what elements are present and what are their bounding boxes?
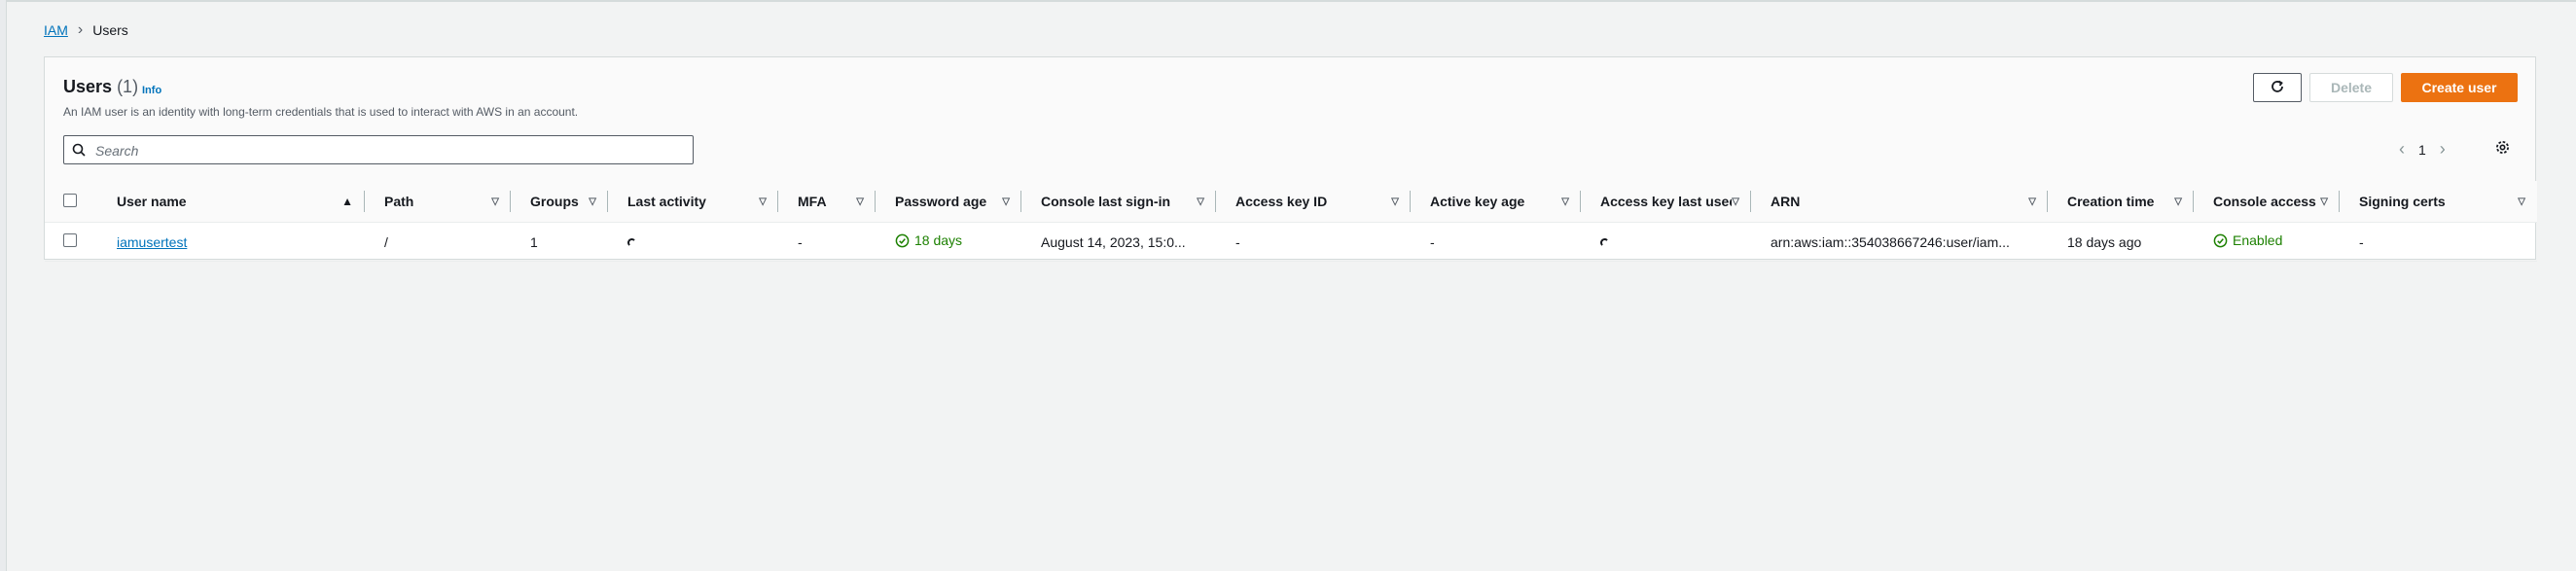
cell-access-key-id: -	[1216, 222, 1411, 262]
create-user-button[interactable]: Create user	[2401, 73, 2518, 102]
sort-icon: ▽	[759, 196, 767, 207]
column-header-path[interactable]: Path ▽	[365, 181, 511, 223]
sort-icon: ▽	[2028, 196, 2036, 207]
console-access-value: Enabled	[2233, 232, 2283, 249]
delete-button[interactable]: Delete	[2309, 73, 2393, 102]
cell-active-key-age: -	[1411, 222, 1581, 262]
user-count: (1)	[117, 77, 139, 96]
column-header-password-age[interactable]: Password age ▽	[876, 181, 1021, 223]
cell-creation-time: 18 days ago	[2048, 222, 2194, 262]
groups-count[interactable]: 1	[530, 233, 538, 250]
column-header-access-key-id[interactable]: Access key ID ▽	[1216, 181, 1411, 223]
settings-gear-icon[interactable]	[2494, 139, 2511, 161]
panel-header: Users (1) Info An IAM user is an identit…	[45, 57, 2535, 187]
sort-icon: ▽	[1561, 196, 1569, 207]
loading-spinner-icon	[627, 237, 636, 247]
column-header-arn[interactable]: ARN ▽	[1751, 181, 2048, 223]
breadcrumb-iam-link[interactable]: IAM	[44, 22, 68, 38]
sort-icon: ▽	[1197, 196, 1204, 207]
cell-arn: arn:aws:iam::354038667246:user/iam...	[1751, 222, 2048, 262]
cell-password-age: 18 days	[876, 222, 1021, 262]
column-header-creation-time[interactable]: Creation time ▽	[2048, 181, 2194, 223]
column-header-console-access[interactable]: Console access ▽	[2194, 181, 2340, 223]
page-title: Users (1)	[63, 77, 138, 97]
select-all-checkbox[interactable]	[63, 193, 77, 207]
panel-description: An IAM user is an identity with long-ter…	[63, 105, 579, 119]
column-header-mfa[interactable]: MFA ▽	[778, 181, 876, 223]
cell-user-name: iamusertest	[97, 222, 365, 262]
sort-ascending-icon: ▲	[341, 195, 353, 208]
sort-icon: ▽	[1002, 196, 1010, 207]
column-header-access-key-last-used[interactable]: Access key last used ▽	[1581, 181, 1751, 223]
cell-groups: 1	[511, 222, 608, 262]
row-checkbox[interactable]	[63, 233, 77, 247]
sort-icon: ▽	[2320, 196, 2328, 207]
chevron-right-icon: ›	[77, 21, 84, 38]
info-link[interactable]: Info	[142, 85, 161, 96]
sort-icon: ▽	[2518, 196, 2525, 207]
row-select-cell	[45, 222, 97, 262]
column-header-last-activity[interactable]: Last activity ▽	[608, 181, 778, 223]
user-name-link[interactable]: iamusertest	[117, 234, 187, 250]
column-header-user-name[interactable]: User name ▲	[97, 181, 365, 223]
search-box	[63, 135, 694, 165]
chevron-right-icon[interactable]: ›	[2440, 139, 2446, 160]
breadcrumb: IAM › Users	[44, 21, 128, 39]
column-header-signing-certs[interactable]: Signing certs ▽	[2340, 181, 2537, 223]
loading-spinner-icon	[1600, 237, 1609, 247]
password-age-value: 18 days	[914, 232, 963, 249]
page-number[interactable]: 1	[2418, 142, 2426, 158]
cell-signing-certs: -	[2340, 222, 2537, 262]
cell-access-key-last-used	[1581, 222, 1751, 262]
search-input[interactable]	[93, 136, 681, 165]
check-circle-icon	[2213, 233, 2228, 248]
breadcrumb-current: Users	[92, 22, 128, 38]
sort-icon: ▽	[1391, 196, 1399, 207]
select-all-cell	[45, 181, 97, 223]
search-icon	[72, 143, 86, 161]
users-table: User name ▲ Path ▽ Groups ▽ Last activity ▽ …	[45, 181, 2537, 262]
title-text: Users	[63, 77, 113, 96]
table-row[interactable]: iamusertest / 1 - 18 days August 14, 202…	[45, 222, 2537, 262]
column-header-console-last-sign-in[interactable]: Console last sign-in ▽	[1021, 181, 1216, 223]
column-header-active-key-age[interactable]: Active key age ▽	[1411, 181, 1581, 223]
sort-icon: ▽	[491, 196, 499, 207]
check-circle-icon	[895, 233, 910, 248]
sort-icon: ▽	[1732, 196, 1739, 207]
cell-last-activity	[608, 222, 778, 262]
window-top-border	[0, 0, 2576, 2]
users-panel: Users (1) Info An IAM user is an identit…	[44, 56, 2537, 262]
sort-icon: ▽	[856, 196, 864, 207]
refresh-icon	[2270, 79, 2285, 97]
cell-console-last-sign-in: August 14, 2023, 15:0...	[1021, 222, 1216, 262]
chevron-left-icon[interactable]: ‹	[2399, 139, 2405, 160]
sort-icon: ▽	[589, 196, 596, 207]
cell-mfa: -	[778, 222, 876, 262]
sort-icon: ▽	[2174, 196, 2182, 207]
refresh-button[interactable]	[2253, 73, 2302, 102]
pagination: ‹ 1 ›	[2399, 139, 2446, 160]
side-navigation-edge	[0, 0, 7, 571]
cell-path: /	[365, 222, 511, 262]
column-header-groups[interactable]: Groups ▽	[511, 181, 608, 223]
cell-console-access: Enabled	[2194, 222, 2340, 262]
table-header-row: User name ▲ Path ▽ Groups ▽ Last activity ▽ …	[45, 181, 2537, 223]
